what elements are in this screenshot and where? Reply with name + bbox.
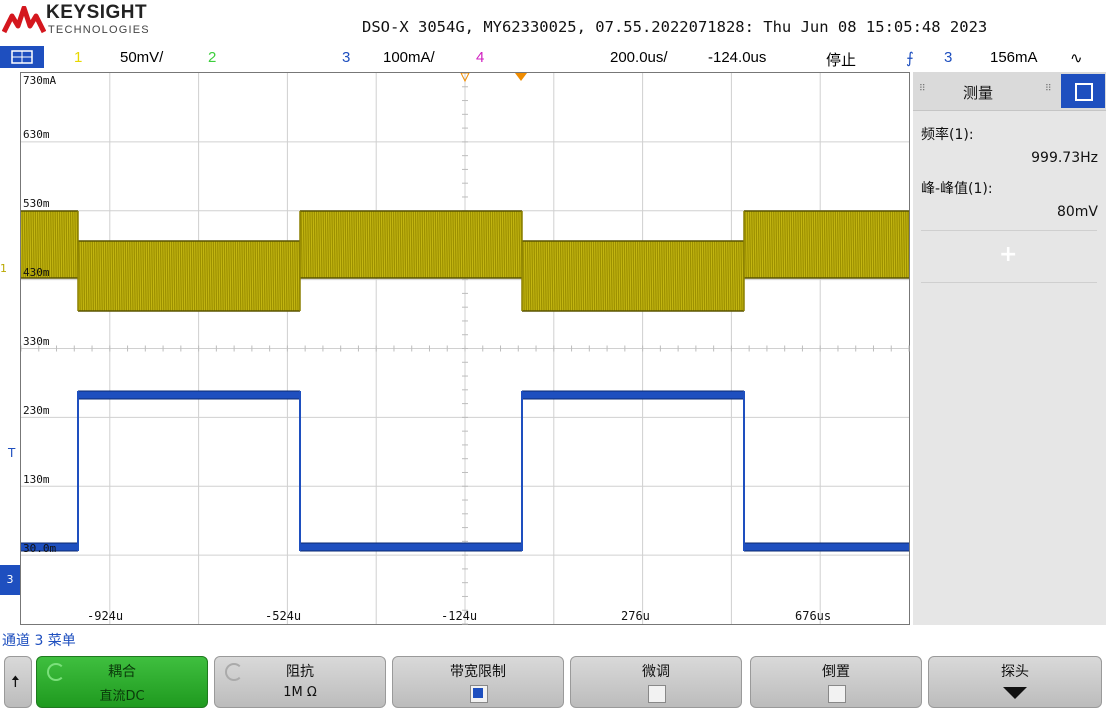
brand-name: KEYSIGHT: [46, 2, 148, 23]
measure-panel-header[interactable]: ⠿ 测量 ⠿: [913, 72, 1106, 111]
panel-toggle-button[interactable]: [1061, 74, 1105, 108]
bw-limit-label: 带宽限制: [450, 664, 506, 680]
channel-bar: 1 50mV/ 2 3 100mA/ 4 200.0us/ -124.0us 停…: [0, 46, 1106, 70]
waveform-display[interactable]: 730mA 630m 530m 430m 330m 230m 130m 30.0…: [20, 72, 910, 625]
run-state: 停止: [826, 52, 857, 69]
softkey-bar: 🠅 耦合 直流DC 阻抗 1M Ω 带宽限制 微调 倒置 探头: [0, 654, 1106, 712]
coupling-softkey[interactable]: 耦合 直流DC: [36, 656, 208, 708]
channel-menu-title: 通道 3 菜单: [2, 633, 76, 649]
measure-panel: ⠿ 测量 ⠿ 频率(1): 999.73Hz 峰-峰值(1): 80mV +: [913, 72, 1106, 625]
impedance-softkey[interactable]: 阻抗 1M Ω: [214, 656, 386, 708]
divider: [921, 282, 1097, 283]
y-label: 330m: [23, 335, 50, 348]
invert-label: 倒置: [822, 664, 850, 680]
fine-label: 微调: [642, 664, 670, 680]
ch3-number[interactable]: 3: [342, 49, 350, 66]
x-label: -924u: [87, 609, 124, 623]
submenu-arrow-icon: [1003, 687, 1027, 699]
trigger-level[interactable]: 156mA: [990, 49, 1038, 66]
ch2-number[interactable]: 2: [208, 49, 216, 66]
acquisition-mode-icon: ∿: [1070, 50, 1083, 67]
ch3-ground-marker[interactable]: 3: [0, 565, 20, 595]
up-arrow-icon: 🠅: [11, 672, 20, 691]
y-label: 430m: [23, 266, 50, 279]
y-label: 730mA: [23, 74, 57, 87]
x-label: 276u: [621, 609, 650, 623]
y-label: 630m: [23, 128, 50, 141]
y-label: 530m: [23, 197, 50, 210]
invert-checkbox[interactable]: [828, 685, 846, 703]
probe-softkey[interactable]: 探头: [928, 656, 1102, 708]
delay-marker: [515, 73, 527, 81]
ch3-scale[interactable]: 100mA/: [383, 49, 435, 66]
impedance-label: 阻抗: [286, 664, 314, 680]
measure-panel-title: 测量: [963, 84, 994, 102]
main-menu-button[interactable]: [0, 46, 44, 68]
divider: [921, 230, 1097, 231]
y-label: 30.0m: [23, 542, 57, 555]
back-button[interactable]: 🠅: [4, 656, 32, 708]
brand-subtitle: TECHNOLOGIES: [48, 24, 150, 36]
x-label: -124u: [441, 609, 478, 623]
fine-softkey[interactable]: 微调: [570, 656, 742, 708]
keysight-wave-icon: [2, 6, 46, 34]
pp-value: 80mV: [1056, 204, 1098, 220]
instrument-title: DSO-X 3054G, MY62330025, 07.55.202207182…: [362, 18, 988, 36]
drag-handle-icon[interactable]: ⠿: [1045, 84, 1052, 94]
freq-value: 999.73Hz: [1031, 150, 1098, 166]
pp-label[interactable]: 峰-峰值(1):: [921, 178, 993, 198]
fine-checkbox[interactable]: [648, 685, 666, 703]
waveform-svg: [21, 73, 910, 625]
x-label: -524u: [265, 609, 302, 623]
graticule: [21, 73, 910, 625]
ch1-number[interactable]: 1: [74, 49, 82, 66]
x-label: 676us: [795, 609, 832, 623]
impedance-value: 1M Ω: [283, 685, 317, 700]
keysight-logo: KEYSIGHT TECHNOLOGIES: [2, 0, 192, 44]
timebase-scale[interactable]: 200.0us/: [610, 49, 668, 66]
freq-label[interactable]: 频率(1):: [921, 124, 974, 144]
probe-label: 探头: [1001, 664, 1029, 680]
trigger-edge-icon: ⨍: [906, 50, 914, 67]
y-label: 130m: [23, 473, 50, 486]
bw-limit-softkey[interactable]: 带宽限制: [392, 656, 564, 708]
time-delay[interactable]: -124.0us: [708, 49, 766, 66]
y-label: 230m: [23, 404, 50, 417]
coupling-value: 直流DC: [99, 689, 145, 704]
coupling-label: 耦合: [108, 664, 136, 680]
bw-limit-checkbox[interactable]: [470, 685, 488, 703]
trigger-source[interactable]: 3: [944, 49, 952, 66]
grid-icon: [11, 50, 33, 64]
invert-softkey[interactable]: 倒置: [750, 656, 922, 708]
ch1-scale[interactable]: 50mV/: [120, 49, 163, 66]
trigger-level-marker[interactable]: T: [8, 446, 15, 460]
ch1-ground-marker[interactable]: 1: [0, 262, 14, 282]
ch4-number[interactable]: 4: [476, 49, 484, 66]
drag-handle-icon[interactable]: ⠿: [919, 84, 926, 94]
add-measurement-button[interactable]: +: [999, 242, 1017, 267]
window-icon: [1075, 83, 1093, 101]
